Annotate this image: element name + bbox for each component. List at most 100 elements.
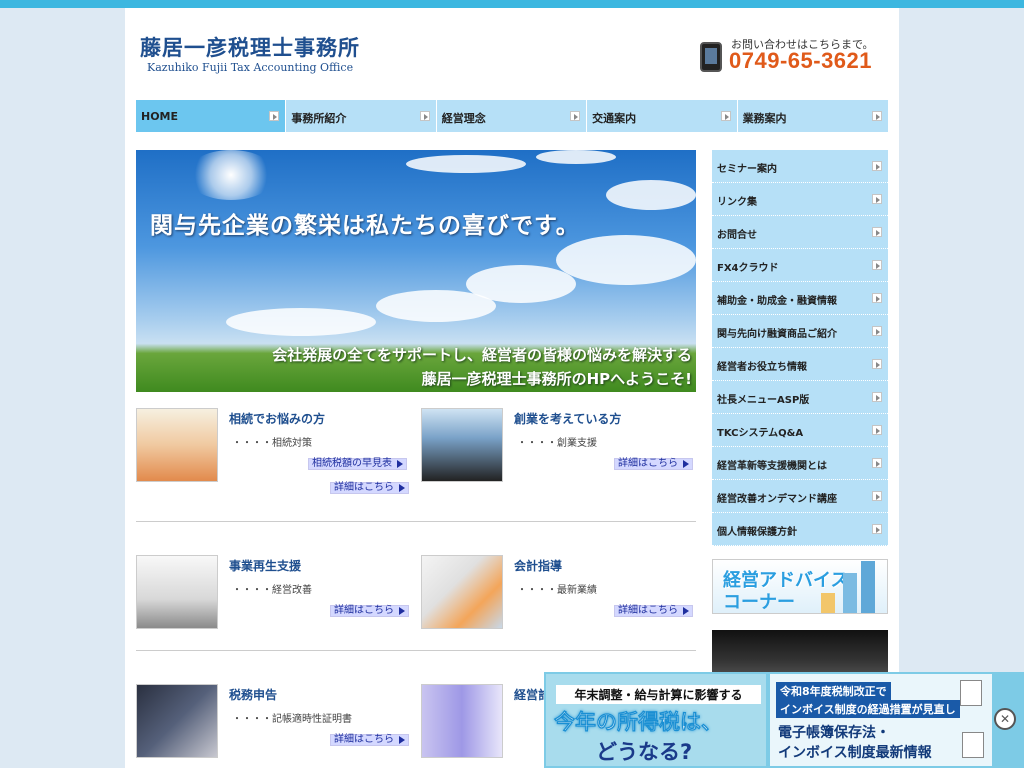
card-title[interactable]: 税務申告 (229, 686, 277, 703)
arrow-right-icon (269, 111, 280, 121)
arrow-right-icon (872, 326, 882, 336)
sun-glow (186, 150, 276, 200)
card-thumbnail[interactable] (421, 684, 503, 758)
sidebar-item-seminar[interactable]: セミナー案内 (712, 150, 888, 183)
phone-icon (700, 42, 722, 72)
card-tax-return: 税務申告 ・・・・記帳適時性証明書 詳細はこちら (136, 684, 414, 768)
sidebar-menu: セミナー案内 リンク集 お問合せ FX4クラウド 補助金・助成金・融資情報 関与… (712, 150, 888, 546)
card-title[interactable]: 創業を考えている方 (514, 410, 621, 427)
sidebar-item-fx4-cloud[interactable]: FX4クラウド (712, 249, 888, 282)
arrow-right-icon (872, 458, 882, 468)
sidebar-item-support-org[interactable]: 経営革新等支援機関とは (712, 447, 888, 480)
sidebar-item-label: 社長メニューASP版 (717, 395, 810, 406)
arrow-right-icon (872, 425, 882, 435)
sidebar-item-label: TKCシステムQ&A (717, 428, 804, 439)
sidebar-item-label: FX4クラウド (717, 263, 779, 274)
card-title[interactable]: 相続でお悩みの方 (229, 410, 325, 427)
card-startup: 創業を考えている方 ・・・・創業支援 詳細はこちら (421, 408, 699, 498)
details-link[interactable]: 詳細はこちら (330, 605, 409, 617)
sidebar-item-loan-products[interactable]: 関与先向け融資商品ご紹介 (712, 315, 888, 348)
site-logo-en[interactable]: Kazuhiko Fujii Tax Accounting Office (147, 61, 353, 74)
nav-item-label: 事務所紹介 (291, 112, 347, 125)
e-book-invoice-promo[interactable]: 令和8年度税制改正で インボイス制度の経過措置が見直し 電子帳簿保存法・ インボ… (770, 674, 992, 766)
hero-banner: 関与先企業の繁栄は私たちの喜びです。 会社発展の全てをサポートし、経営者の皆様の… (136, 150, 696, 392)
card-description: ・・・・相続対策 (232, 438, 312, 449)
hero-subtitle-1: 会社発展の全てをサポートし、経営者の皆様の悩みを解決する (272, 346, 692, 364)
card-thumbnail[interactable] (421, 555, 503, 629)
promo-tag-2: インボイス制度の経過措置が見直し (776, 700, 960, 718)
arrow-right-icon (720, 111, 731, 121)
nav-item-philosophy[interactable]: 経営理念 (436, 100, 588, 132)
arrow-right-icon (872, 227, 882, 237)
sidebar-item-label: リンク集 (717, 197, 757, 208)
advice-title-line2: コーナー (723, 592, 795, 613)
card-thumbnail[interactable] (421, 408, 503, 482)
site-logo-jp[interactable]: 藤居一彦税理士事務所 (140, 32, 360, 62)
cloud-shape (536, 150, 616, 164)
sidebar-item-links[interactable]: リンク集 (712, 183, 888, 216)
nav-item-label: HOME (141, 110, 179, 123)
house-icon (821, 593, 835, 613)
sidebar-item-label: 関与先向け融資商品ご紹介 (717, 329, 837, 340)
nav-item-home[interactable]: HOME (136, 100, 287, 132)
sidebar-item-contact[interactable]: お問合せ (712, 216, 888, 249)
card-title[interactable]: 会計指導 (514, 557, 562, 574)
card-accounting: 会計指導 ・・・・最新業績 詳細はこちら (421, 555, 699, 645)
arrow-right-icon (871, 111, 882, 121)
arrow-right-icon (872, 161, 882, 171)
nav-item-services[interactable]: 業務案内 (737, 100, 888, 132)
card-title[interactable]: 事業再生支援 (229, 557, 301, 574)
details-link[interactable]: 詳細はこちら (330, 734, 409, 746)
promo-tag-1: 令和8年度税制改正で (776, 682, 891, 700)
close-icon[interactable]: ✕ (994, 708, 1016, 730)
pdf-document-icon (960, 680, 982, 706)
sidebar-item-label: 経営者お役立ち情報 (717, 362, 807, 373)
details-link[interactable]: 詳細はこちら (614, 605, 693, 617)
income-tax-promo[interactable]: 年末調整・給与計算に影響する 今年の所得税は、 どうなる? (546, 674, 766, 766)
inheritance-table-link[interactable]: 相続税額の早見表 (308, 458, 407, 470)
arrow-right-icon (872, 524, 882, 534)
hero-headline: 関与先企業の繁栄は私たちの喜びです。 (150, 213, 580, 239)
card-description: ・・・・創業支援 (517, 438, 597, 449)
hero-subtitle-2: 藤居一彦税理士事務所のHPへようこそ! (421, 370, 692, 388)
cloud-shape (376, 290, 496, 322)
arrow-right-icon (570, 111, 581, 121)
card-thumbnail[interactable] (136, 555, 218, 629)
nav-item-office[interactable]: 事務所紹介 (286, 100, 437, 132)
advice-corner-banner[interactable]: 経営アドバイス コーナー (712, 559, 888, 614)
sidebar-item-on-demand[interactable]: 経営改善オンデマンド講座 (712, 480, 888, 513)
card-thumbnail[interactable] (136, 408, 218, 482)
cloud-shape (606, 180, 696, 210)
details-link[interactable]: 詳細はこちら (614, 458, 693, 470)
sidebar-item-president-menu[interactable]: 社長メニューASP版 (712, 381, 888, 414)
arrow-right-icon (872, 260, 882, 270)
invoice-document-icon (962, 732, 984, 758)
sidebar-item-label: 補助金・助成金・融資情報 (717, 296, 837, 307)
promo-line-2: インボイス制度最新情報 (778, 745, 932, 761)
sidebar-item-subsidies[interactable]: 補助金・助成金・融資情報 (712, 282, 888, 315)
sidebar-item-label: 経営革新等支援機関とは (717, 461, 827, 472)
nav-item-label: 業務案内 (742, 112, 787, 125)
arrow-right-icon (872, 359, 882, 369)
section-divider (136, 650, 696, 651)
nav-item-label: 経営理念 (441, 112, 486, 125)
details-link[interactable]: 詳細はこちら (330, 482, 409, 494)
card-inheritance: 相続でお悩みの方 ・・・・相続対策 相続税額の早見表 詳細はこちら (136, 408, 414, 498)
arrow-right-icon (872, 293, 882, 303)
card-thumbnail[interactable] (136, 684, 218, 758)
promo-banner: 年末調整・給与計算に影響する 今年の所得税は、 どうなる? 令和8年度税制改正で… (544, 672, 1024, 768)
cloud-shape (556, 235, 696, 285)
sidebar-item-label: お問合せ (717, 230, 757, 241)
building-icon (861, 561, 875, 613)
sidebar-item-label: 経営改善オンデマンド講座 (717, 494, 837, 505)
income-tax-promo-top: 年末調整・給与計算に影響する (556, 685, 761, 704)
sidebar-item-privacy[interactable]: 個人情報保護方針 (712, 513, 888, 546)
card-business-revival: 事業再生支援 ・・・・経営改善 詳細はこちら (136, 555, 414, 645)
contact-phone-number: 0749-65-3621 (729, 48, 873, 73)
sidebar-item-tkc-qa[interactable]: TKCシステムQ&A (712, 414, 888, 447)
nav-item-label: 交通案内 (592, 112, 637, 125)
sidebar-item-useful-info[interactable]: 経営者お役立ち情報 (712, 348, 888, 381)
nav-item-access[interactable]: 交通案内 (587, 100, 738, 132)
arrow-right-icon (419, 111, 430, 121)
arrow-right-icon (872, 491, 882, 501)
